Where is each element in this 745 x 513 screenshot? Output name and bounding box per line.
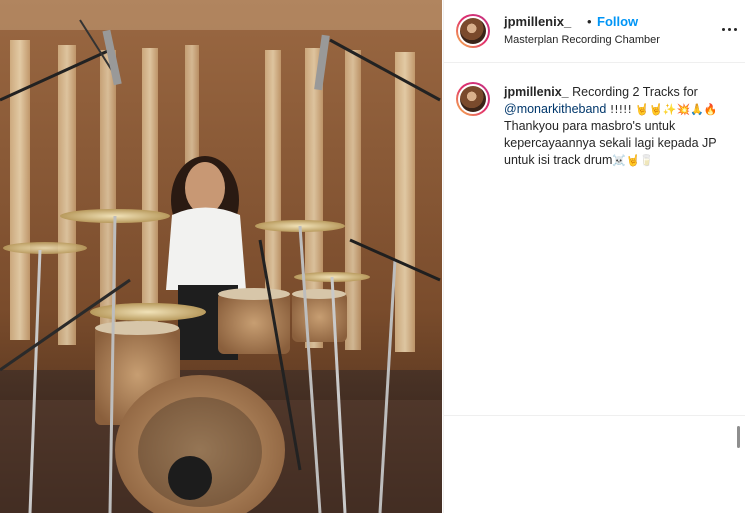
post-side-panel: jpmillenix_ • Follow Masterplan Recordin… bbox=[443, 0, 745, 513]
more-options-icon[interactable] bbox=[722, 22, 738, 38]
caption-line3: kepercayaannya sekali lagi kepada JP bbox=[504, 136, 717, 150]
author-username[interactable]: jpmillenix_ bbox=[504, 14, 571, 29]
post-photo[interactable] bbox=[0, 0, 442, 513]
caption-line2: Thankyou para masbro's untuk bbox=[504, 119, 676, 133]
caption-mention-link[interactable]: @monarkitheband bbox=[504, 102, 606, 116]
follow-button[interactable]: Follow bbox=[597, 14, 638, 29]
post-header: jpmillenix_ • Follow Masterplan Recordin… bbox=[444, 0, 745, 63]
caption-author-avatar[interactable] bbox=[456, 82, 490, 116]
caption-emoji-line4: ☠️🤘🥛 bbox=[612, 154, 654, 167]
caption-text: Recording 2 Tracks for bbox=[572, 85, 698, 99]
scrollbar-thumb[interactable] bbox=[737, 426, 740, 448]
separator-dot: • bbox=[587, 14, 592, 29]
caption-emoji-line1: !!!!! 🤘🤘✨💥🙏🔥 bbox=[609, 103, 718, 116]
author-avatar[interactable] bbox=[456, 14, 490, 48]
drummer-studio-image bbox=[0, 0, 442, 513]
post-location[interactable]: Masterplan Recording Chamber bbox=[504, 34, 660, 46]
section-divider bbox=[444, 415, 745, 416]
caption-line4: untuk isi track drum bbox=[504, 153, 613, 167]
post-caption: jpmillenix_ Recording 2 Tracks for @mona… bbox=[504, 84, 740, 169]
caption-username[interactable]: jpmillenix_ bbox=[504, 85, 569, 99]
